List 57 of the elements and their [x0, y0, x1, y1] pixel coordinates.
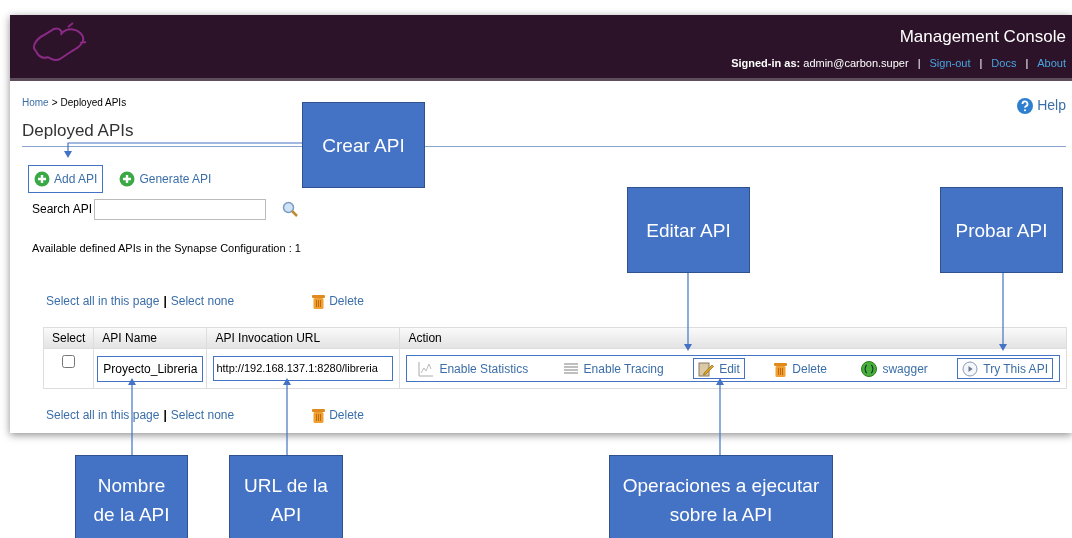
- row-action-link[interactable]: Enable Tracing: [557, 358, 669, 379]
- separator: |: [1025, 56, 1029, 71]
- row-action-link[interactable]: Try This API: [957, 358, 1053, 379]
- column-header: API Name: [93, 327, 207, 349]
- play-icon: [962, 360, 979, 377]
- delete-link[interactable]: Delete: [312, 292, 364, 310]
- column-header: Action: [399, 327, 1067, 349]
- console-title: Management Console: [899, 25, 1066, 48]
- header-link[interactable]: Sign-out: [929, 55, 971, 72]
- select-all-link[interactable]: Select all in this page: [46, 292, 160, 310]
- header-link[interactable]: Docs: [991, 55, 1017, 72]
- callout-box: Nombre de la API: [75, 455, 188, 538]
- select-none-link[interactable]: Select none: [170, 292, 235, 310]
- plus-icon: [34, 170, 50, 187]
- pencil-icon: [698, 360, 715, 377]
- search-label: Search API: [32, 201, 93, 218]
- search-icon[interactable]: [282, 201, 299, 217]
- action-link[interactable]: Add API: [28, 164, 104, 193]
- row-action-link[interactable]: swagger: [856, 358, 933, 379]
- trash-icon: [312, 293, 326, 309]
- callout-box: Crear API: [302, 102, 425, 188]
- help-icon: [1017, 97, 1034, 114]
- row-action-link[interactable]: Delete: [769, 358, 832, 379]
- row-action-link[interactable]: Edit: [693, 358, 745, 379]
- page-title: Deployed APIs: [22, 120, 135, 142]
- chart-icon: [418, 360, 435, 377]
- lines-icon: [562, 361, 579, 376]
- separator: |: [162, 407, 168, 424]
- breadcrumb-separator: >: [51, 96, 58, 110]
- trash-icon: [774, 360, 788, 377]
- swagger-icon: [861, 360, 878, 377]
- select-all-link[interactable]: Select all in this page: [46, 406, 160, 424]
- trash-icon: [312, 407, 326, 423]
- api-name-cell: Proyecto_Libreria: [97, 355, 204, 382]
- column-header: Select: [43, 327, 94, 349]
- summary-text: Available defined APIs in the Synapse Configuration : 1: [31, 240, 302, 256]
- separator: |: [162, 293, 168, 310]
- plus-icon: [119, 170, 136, 187]
- row-action-link[interactable]: Enable Statistics: [413, 358, 534, 379]
- callout-box: Editar API: [627, 187, 750, 273]
- search-field[interactable]: [94, 198, 267, 220]
- callout-box: URL de la API: [229, 455, 343, 538]
- delete-link[interactable]: Delete: [312, 406, 364, 424]
- row-checkbox[interactable]: [62, 355, 76, 368]
- header-link[interactable]: About: [1037, 55, 1066, 72]
- callout-box: Operaciones a ejecutar sobre la API: [609, 455, 833, 538]
- separator: |: [979, 56, 983, 71]
- column-header: API Invocation URL: [206, 327, 400, 349]
- callout-box: Probar API: [940, 187, 1063, 273]
- select-none-link[interactable]: Select none: [170, 406, 235, 424]
- action-link[interactable]: Generate API: [113, 164, 218, 193]
- separator: |: [917, 56, 921, 71]
- api-url-cell: http://192.168.137.1:8280/libreria: [213, 356, 394, 381]
- breadcrumb-link[interactable]: Home: [22, 95, 49, 110]
- help-link[interactable]: Help: [1017, 95, 1066, 116]
- breadcrumb-current: Deployed APIs: [60, 96, 127, 110]
- signed-in-text: Signed-in as: admin@carbon.super: [731, 56, 909, 71]
